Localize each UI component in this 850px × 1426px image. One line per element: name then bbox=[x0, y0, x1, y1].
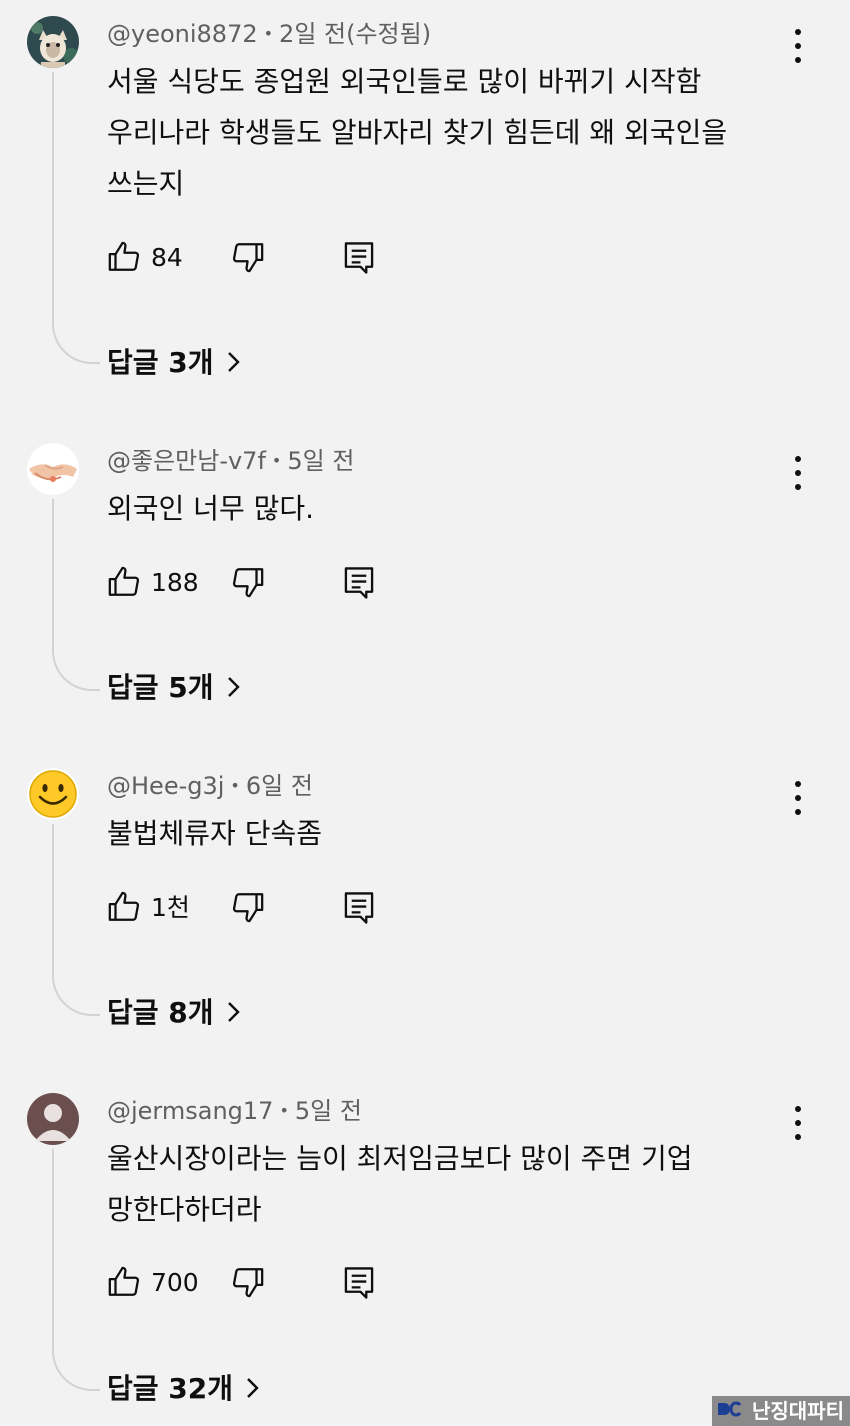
comment-text: 불법체류자 단속좀 bbox=[107, 817, 322, 850]
like-count: 1천 bbox=[151, 893, 190, 922]
view-replies-button[interactable]: 답글 3개 bbox=[107, 346, 240, 382]
replies-label: 답글 32개 bbox=[107, 1372, 233, 1405]
reply-icon bbox=[344, 242, 374, 274]
thread-line bbox=[52, 72, 100, 364]
like-button[interactable] bbox=[107, 890, 141, 928]
comment-meta: @yeoni8872 • 2일 전(수정됨) bbox=[107, 19, 431, 49]
avatar[interactable] bbox=[27, 443, 79, 495]
avatar[interactable] bbox=[27, 16, 79, 68]
comment-text: 외국인 너무 많다. bbox=[107, 492, 315, 525]
comment-actions: 188 bbox=[107, 565, 407, 601]
comment-meta: @jermsang17 • 5일 전 bbox=[107, 1096, 362, 1126]
thumbs-down-icon bbox=[232, 893, 264, 923]
comment-author[interactable]: @jermsang17 bbox=[107, 1097, 273, 1125]
more-vertical-icon[interactable] bbox=[786, 1106, 810, 1140]
dc-logo-icon bbox=[716, 1396, 746, 1426]
dislike-button[interactable] bbox=[231, 240, 265, 278]
separator-dot: • bbox=[263, 24, 274, 43]
watermark-text: 난징대파티 bbox=[752, 1399, 844, 1423]
like-count: 188 bbox=[151, 568, 199, 597]
comment-item: @Hee-g3j • 6일 전 불법체류자 단속좀 1천 답글 8개 bbox=[0, 768, 850, 1048]
comment-actions: 84 bbox=[107, 240, 407, 276]
comment-text: 서울 식당도 종업원 외국인들로 많이 바뀌기 시작함 우리나라 학생들도 알바… bbox=[107, 65, 728, 200]
replies-label: 답글 3개 bbox=[107, 346, 214, 379]
like-button[interactable] bbox=[107, 1265, 141, 1303]
thread-line bbox=[52, 1149, 100, 1391]
comment-text: 울산시장이라는 늠이 최저임금보다 많이 주면 기업 망한다하더라 bbox=[107, 1142, 693, 1226]
comment-actions: 700 bbox=[107, 1265, 407, 1301]
reply-button[interactable] bbox=[343, 1265, 375, 1305]
chevron-right-icon bbox=[226, 673, 240, 707]
separator-dot: • bbox=[279, 1101, 289, 1120]
reply-button[interactable] bbox=[343, 240, 375, 280]
dislike-button[interactable] bbox=[231, 565, 265, 603]
thumbs-up-icon bbox=[108, 1266, 140, 1296]
handshake-avatar-icon bbox=[27, 443, 79, 495]
view-replies-button[interactable]: 답글 5개 bbox=[107, 671, 240, 707]
comment-author[interactable]: @yeoni8872 bbox=[107, 20, 258, 48]
chevron-right-icon bbox=[226, 998, 240, 1032]
thumbs-down-icon bbox=[232, 568, 264, 598]
view-replies-button[interactable]: 답글 8개 bbox=[107, 996, 240, 1032]
comments-page: @yeoni8872 • 2일 전(수정됨) 서울 식당도 종업원 외국인들로 많이… bbox=[0, 0, 850, 1426]
reply-icon bbox=[344, 892, 374, 924]
avatar[interactable] bbox=[27, 768, 79, 820]
reply-icon bbox=[344, 567, 374, 599]
thumbs-down-icon bbox=[232, 1268, 264, 1298]
thumbs-up-icon bbox=[108, 891, 140, 921]
thread-line bbox=[52, 824, 100, 1016]
more-vertical-icon[interactable] bbox=[786, 781, 810, 815]
comment-meta: @Hee-g3j • 6일 전 bbox=[107, 771, 313, 801]
view-replies-button[interactable]: 답글 32개 bbox=[107, 1372, 259, 1408]
comment-actions: 1천 bbox=[107, 890, 407, 926]
reply-button[interactable] bbox=[343, 890, 375, 930]
watermark: 난징대파티 bbox=[712, 1396, 850, 1426]
comment-item: @좋은만남-v7f • 5일 전 외국인 너무 많다. 188 답글 5개 bbox=[0, 443, 850, 723]
separator-dot: • bbox=[230, 776, 240, 795]
thread-line bbox=[52, 499, 100, 691]
comment-meta: @좋은만남-v7f • 5일 전 bbox=[107, 446, 354, 476]
comment-author[interactable]: @Hee-g3j bbox=[107, 772, 224, 800]
more-vertical-icon[interactable] bbox=[786, 29, 810, 63]
dislike-button[interactable] bbox=[231, 890, 265, 928]
comment-author[interactable]: @좋은만남-v7f bbox=[107, 447, 266, 475]
replies-label: 답글 5개 bbox=[107, 671, 214, 704]
comment-item: @yeoni8872 • 2일 전(수정됨) 서울 식당도 종업원 외국인들로 많이… bbox=[0, 16, 850, 396]
default-person-avatar-icon bbox=[27, 1093, 79, 1145]
more-vertical-icon[interactable] bbox=[786, 456, 810, 490]
reply-icon bbox=[344, 1267, 374, 1299]
reply-button[interactable] bbox=[343, 565, 375, 605]
thumbs-up-icon bbox=[108, 241, 140, 271]
smiley-avatar-icon bbox=[27, 768, 79, 820]
dislike-button[interactable] bbox=[231, 1265, 265, 1303]
like-button[interactable] bbox=[107, 240, 141, 278]
comment-time: 6일 전 bbox=[245, 772, 313, 800]
chevron-right-icon bbox=[245, 1374, 259, 1408]
separator-dot: • bbox=[271, 451, 282, 470]
thumbs-up-icon bbox=[108, 566, 140, 596]
avatar[interactable] bbox=[27, 1093, 79, 1145]
comment-time: 2일 전(수정됨) bbox=[279, 20, 432, 48]
comment-time: 5일 전 bbox=[294, 1097, 362, 1125]
like-button[interactable] bbox=[107, 565, 141, 603]
chevron-right-icon bbox=[226, 348, 240, 382]
comment-item: @jermsang17 • 5일 전 울산시장이라는 늠이 최저임금보다 많이 주면… bbox=[0, 1093, 850, 1426]
like-count: 84 bbox=[151, 243, 183, 272]
cat-avatar-icon bbox=[27, 16, 79, 68]
comment-time: 5일 전 bbox=[287, 447, 355, 475]
like-count: 700 bbox=[151, 1268, 199, 1297]
thumbs-down-icon bbox=[232, 243, 264, 273]
replies-label: 답글 8개 bbox=[107, 996, 214, 1029]
